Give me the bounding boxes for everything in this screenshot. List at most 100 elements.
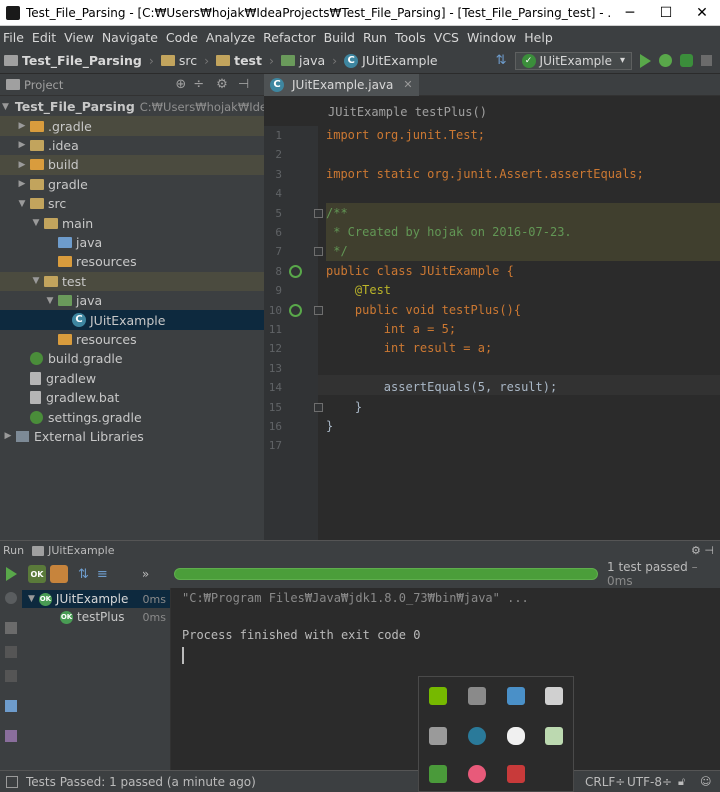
tool-window-icon[interactable] — [6, 775, 18, 788]
chevron-right-icon[interactable]: ▶ — [16, 160, 28, 170]
crumb-src[interactable]: src — [157, 53, 201, 68]
build-icon[interactable]: ⇅ — [496, 53, 507, 68]
nvidia-icon[interactable] — [429, 687, 447, 705]
menu-navigate[interactable]: Navigate — [99, 30, 163, 45]
menu-tools[interactable]: Tools — [392, 30, 431, 45]
crumb-java[interactable]: java — [277, 53, 329, 68]
chevron-down-icon[interactable]: ▼ — [16, 199, 28, 209]
crumb-project[interactable]: Test_File_Parsing — [0, 53, 146, 68]
tree-item[interactable]: resources — [0, 330, 264, 349]
sort-duration-icon[interactable]: ≡ — [97, 567, 108, 582]
show-ignored-toggle[interactable] — [50, 565, 68, 583]
menu-view[interactable]: View — [61, 30, 99, 45]
cloud-icon[interactable] — [507, 727, 525, 745]
line-separator[interactable]: CRLF÷ — [585, 775, 625, 789]
minimize-button[interactable]: ─ — [612, 0, 648, 26]
tree-item[interactable]: settings.gradle — [0, 407, 264, 426]
hide-icon[interactable]: ⊣ — [238, 77, 249, 92]
menu-vcs[interactable]: VCS — [431, 30, 464, 45]
fold-marker-icon[interactable] — [314, 208, 323, 218]
tree-item[interactable]: ▼ test — [0, 271, 264, 291]
gear-icon[interactable]: ⚙ — [216, 77, 228, 92]
tree-item[interactable]: ▼Test_File_ParsingC:₩Users₩hojak₩IdeaPro… — [0, 97, 426, 116]
chevron-right-icon[interactable]: ▶ — [16, 140, 28, 150]
tree-item[interactable]: ▼ main — [0, 213, 264, 232]
menu-code[interactable]: Code — [163, 30, 203, 45]
chevron-down-icon[interactable]: ▼ — [30, 276, 42, 286]
coverage-icon[interactable] — [680, 54, 693, 67]
target-icon[interactable]: ⊕ — [175, 77, 186, 92]
tree-item[interactable]: ▶ .gradle — [0, 116, 264, 136]
chevron-right-icon[interactable]: ▶ — [16, 179, 28, 189]
menu-edit[interactable]: Edit — [29, 30, 61, 45]
globe-icon[interactable] — [468, 727, 486, 745]
project-panel-title[interactable]: Project — [24, 78, 63, 92]
sort-alpha-icon[interactable]: ⇅ — [78, 567, 89, 582]
collapse-icon[interactable]: ÷ — [193, 77, 204, 92]
close-button[interactable]: ✕ — [684, 0, 720, 26]
chevron-down-icon[interactable]: ▼ — [2, 102, 9, 112]
crumb-test[interactable]: test — [212, 53, 266, 68]
more-icon[interactable]: » — [142, 567, 149, 581]
run-config-select[interactable]: ✓ JUitExample ▾ — [514, 51, 632, 70]
itunes-icon[interactable] — [468, 765, 486, 783]
run-test-gutter-icon[interactable] — [289, 303, 302, 317]
crumb-class[interactable]: C JUitExample — [340, 53, 441, 68]
tree-item[interactable]: ▼ java — [0, 291, 264, 310]
menu-help[interactable]: Help — [521, 30, 558, 45]
pin-icon[interactable] — [5, 730, 17, 742]
stop-icon[interactable] — [701, 55, 712, 66]
menu-file[interactable]: File — [0, 30, 29, 45]
lock-icon[interactable]: 🔓︎ — [678, 775, 685, 789]
layout-icon[interactable] — [5, 700, 17, 712]
fold-marker-icon[interactable] — [314, 402, 323, 412]
tree-item[interactable]: build.gradle — [0, 349, 264, 368]
menu-analyze[interactable]: Analyze — [203, 30, 260, 45]
menu-window[interactable]: Window — [464, 30, 521, 45]
storage-icon[interactable] — [545, 727, 563, 745]
tree-item[interactable]: gradlew — [0, 369, 264, 388]
tree-item[interactable]: C JUitExample — [0, 310, 264, 330]
tree-item[interactable]: ▼ src — [0, 194, 264, 213]
menu-build[interactable]: Build — [321, 30, 360, 45]
fold-marker-icon[interactable] — [314, 247, 323, 257]
tree-item[interactable]: java — [0, 233, 264, 252]
camera-icon[interactable] — [5, 646, 17, 658]
test-suite-row[interactable]: ▼ OK JUitExample 0ms — [22, 590, 170, 608]
rerun-icon[interactable] — [6, 567, 17, 581]
printer-icon[interactable] — [429, 727, 447, 745]
chevron-right-icon[interactable]: ▶ — [2, 431, 14, 441]
tree-item[interactable]: resources — [0, 252, 264, 271]
run-config-tab[interactable]: JUitExample — [48, 544, 114, 557]
stop-square-icon[interactable] — [5, 622, 17, 634]
tree-item[interactable]: ▶ gradle — [0, 175, 264, 194]
inspector-icon[interactable]: ☺︎ — [700, 775, 711, 788]
test-case-row[interactable]: OK testPlus 0ms — [22, 608, 170, 626]
app-icon[interactable] — [429, 765, 447, 783]
tree-item[interactable]: ▶ build — [0, 155, 264, 175]
volume-icon[interactable] — [507, 765, 525, 783]
stop-icon[interactable] — [5, 592, 17, 604]
run-test-gutter-icon[interactable] — [289, 264, 302, 278]
maximize-button[interactable]: ☐ — [648, 0, 684, 26]
chevron-down-icon[interactable]: ▼ — [30, 218, 42, 228]
menu-run[interactable]: Run — [360, 30, 392, 45]
close-tab-icon[interactable]: ✕ — [403, 78, 412, 91]
run-icon[interactable] — [640, 53, 651, 68]
debug-icon[interactable] — [659, 54, 672, 67]
network-icon[interactable] — [507, 687, 525, 705]
gear-icon[interactable]: ⚙ ⊣ — [691, 544, 714, 557]
keyboard-icon[interactable] — [545, 687, 563, 705]
chevron-right-icon[interactable]: ▶ — [16, 121, 28, 131]
chevron-down-icon[interactable]: ▼ — [44, 296, 56, 306]
tree-item[interactable]: ▶ External Libraries — [0, 427, 264, 446]
display-icon[interactable] — [468, 687, 486, 705]
tree-item[interactable]: gradlew.bat — [0, 388, 264, 407]
menu-refactor[interactable]: Refactor — [260, 30, 320, 45]
tab-juitexample[interactable]: C JUitExample.java ✕ — [264, 73, 419, 96]
fold-marker-icon[interactable] — [314, 305, 323, 315]
file-encoding[interactable]: UTF-8÷ — [627, 775, 672, 789]
show-passed-toggle[interactable]: OK — [28, 565, 46, 583]
exit-icon[interactable] — [5, 670, 17, 682]
tree-item[interactable]: ▶ .idea — [0, 136, 264, 155]
